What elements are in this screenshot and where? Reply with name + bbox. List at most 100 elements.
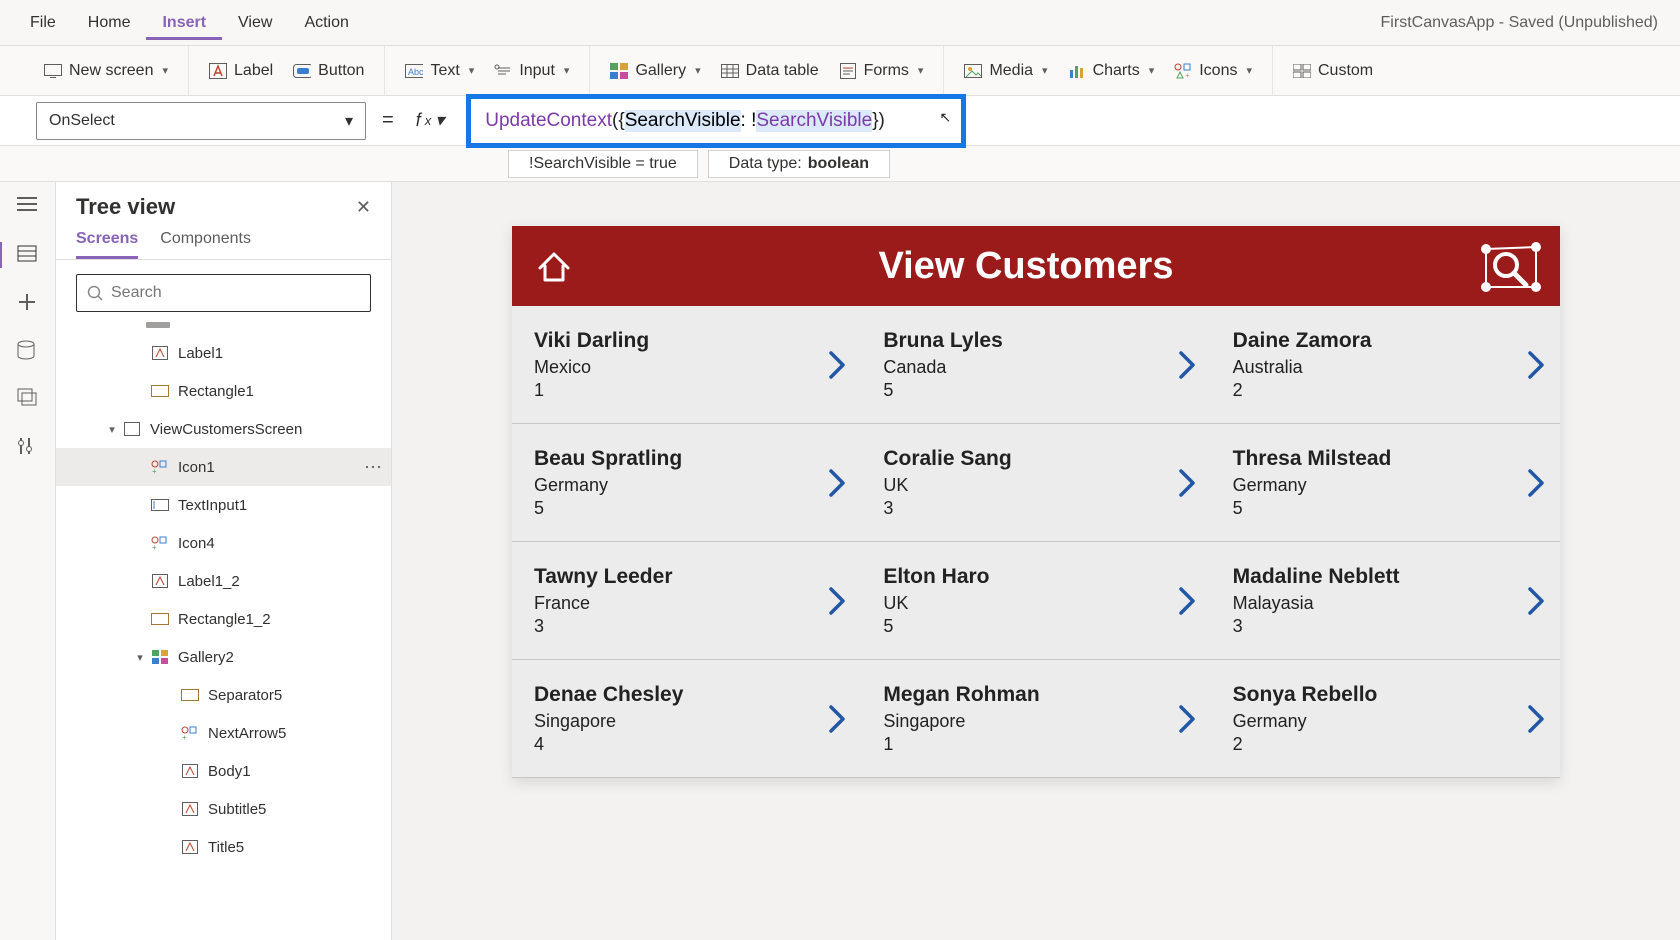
- gallery-card[interactable]: Denae Chesley Singapore 4: [512, 660, 861, 778]
- tab-screens[interactable]: Screens: [76, 230, 138, 259]
- menu-file[interactable]: File: [14, 6, 72, 40]
- chevron-down-icon[interactable]: ▾: [132, 651, 148, 664]
- close-icon[interactable]: ✕: [356, 197, 371, 218]
- gallery-button[interactable]: Gallery▾: [604, 58, 706, 84]
- tree-node-body1[interactable]: Body1: [56, 752, 391, 790]
- tree-view-icon[interactable]: [17, 244, 39, 266]
- chevron-down-icon: ▾: [469, 64, 475, 77]
- gallery-card[interactable]: Bruna Lyles Canada 5: [861, 306, 1210, 424]
- gallery-card[interactable]: Megan Rohman Singapore 1: [861, 660, 1210, 778]
- formula-colon: : !: [741, 110, 757, 132]
- forms-button[interactable]: Forms▾: [833, 58, 930, 84]
- chevron-down-icon: ▾: [564, 64, 570, 77]
- datatable-label: Data table: [746, 62, 819, 80]
- chevron-right-icon[interactable]: [825, 349, 849, 381]
- card-number: 3: [883, 498, 1011, 519]
- label-icon: [180, 801, 200, 817]
- chevron-right-icon[interactable]: [1175, 467, 1199, 499]
- icons-button[interactable]: + Icons▾: [1168, 58, 1258, 84]
- chevron-right-icon[interactable]: [1524, 585, 1548, 617]
- tree-node-label1_2[interactable]: Label1_2: [56, 562, 391, 600]
- gallery-card[interactable]: Daine Zamora Australia 2: [1211, 306, 1560, 424]
- chevron-right-icon[interactable]: [1524, 467, 1548, 499]
- chevron-right-icon[interactable]: [1175, 349, 1199, 381]
- tree-node-subtitle5[interactable]: Subtitle5: [56, 790, 391, 828]
- card-country: Singapore: [883, 711, 1039, 732]
- input-button[interactable]: Input▾: [488, 58, 575, 84]
- tools-icon[interactable]: [17, 436, 39, 458]
- add-icon[interactable]: [17, 292, 39, 314]
- gallery-card[interactable]: Beau Spratling Germany 5: [512, 424, 861, 542]
- charts-button[interactable]: Charts▾: [1062, 58, 1161, 84]
- chevron-right-icon[interactable]: [825, 585, 849, 617]
- gallery-card[interactable]: Thresa Milstead Germany 5: [1211, 424, 1560, 542]
- hint-type: Data type: boolean: [708, 150, 890, 178]
- tree-node-viewcustomers[interactable]: ▾ViewCustomersScreen: [56, 410, 391, 448]
- gallery-card[interactable]: Coralie Sang UK 3: [861, 424, 1210, 542]
- chevron-right-icon[interactable]: [825, 467, 849, 499]
- more-icon[interactable]: ⋯: [364, 457, 383, 478]
- cursor-icon: ↖: [940, 109, 952, 126]
- search-graph-icon[interactable]: [1478, 241, 1538, 291]
- forms-label: Forms: [864, 62, 909, 80]
- charts-icon: [1068, 62, 1086, 80]
- custom-button[interactable]: Custom: [1287, 58, 1379, 84]
- home-icon[interactable]: [534, 246, 574, 286]
- menu-insert[interactable]: Insert: [146, 6, 222, 40]
- search-icon: [87, 285, 103, 301]
- chevron-down-icon[interactable]: ▾: [104, 423, 120, 436]
- gallery-card[interactable]: Viki Darling Mexico 1: [512, 306, 861, 424]
- textinput-icon: [150, 497, 170, 513]
- data-icon[interactable]: [17, 340, 39, 362]
- card-name: Denae Chesley: [534, 683, 683, 707]
- tree-node-gallery2[interactable]: ▾Gallery2: [56, 638, 391, 676]
- chevron-right-icon[interactable]: [1175, 703, 1199, 735]
- custom-icon: [1293, 62, 1311, 80]
- media-button[interactable]: Media▾: [958, 58, 1053, 84]
- card-country: Germany: [534, 475, 682, 496]
- chevron-right-icon[interactable]: [1175, 585, 1199, 617]
- tree-node-textinput1[interactable]: TextInput1: [56, 486, 391, 524]
- new-screen-button[interactable]: New screen ▾: [38, 58, 174, 84]
- collapse-icon[interactable]: [146, 322, 170, 328]
- tree-node-nextarrow5[interactable]: +NextArrow5: [56, 714, 391, 752]
- menu-view[interactable]: View: [222, 6, 288, 40]
- tree-node-icon1[interactable]: +Icon1⋯: [56, 448, 391, 486]
- gallery-card[interactable]: Madaline Neblett Malayasia 3: [1211, 542, 1560, 660]
- tab-components[interactable]: Components: [160, 230, 251, 259]
- tree-node-title5[interactable]: Title5: [56, 828, 391, 866]
- hamburger-icon[interactable]: [17, 196, 39, 218]
- formula-input[interactable]: UpdateContext({SearchVisible: !SearchVis…: [466, 94, 966, 148]
- button-button[interactable]: Button: [287, 58, 370, 84]
- tree-search-input[interactable]: [111, 284, 360, 302]
- card-name: Viki Darling: [534, 329, 649, 353]
- text-button[interactable]: Abc Text▾: [399, 58, 480, 84]
- tree-search[interactable]: [76, 274, 371, 312]
- menu-home[interactable]: Home: [72, 6, 147, 40]
- app-menu-bar: File Home Insert View Action FirstCanvas…: [0, 0, 1680, 46]
- card-name: Elton Haro: [883, 565, 989, 589]
- gallery-card[interactable]: Elton Haro UK 5: [861, 542, 1210, 660]
- canvas[interactable]: View Customers Viki Darling Mexic: [392, 182, 1680, 940]
- fx-icon[interactable]: fx▾: [410, 110, 451, 131]
- chevron-right-icon[interactable]: [1524, 703, 1548, 735]
- menu-action[interactable]: Action: [288, 6, 364, 40]
- gallery-icon: [610, 62, 628, 80]
- gallery-card[interactable]: Sonya Rebello Germany 2: [1211, 660, 1560, 778]
- tree-node-separator5[interactable]: Separator5: [56, 676, 391, 714]
- button-icon: [293, 62, 311, 80]
- gallery-card[interactable]: Tawny Leeder France 3: [512, 542, 861, 660]
- equals-sign: =: [382, 109, 394, 132]
- formula-var2: SearchVisible: [756, 110, 872, 132]
- tree-node-rectangle1[interactable]: Rectangle1: [56, 372, 391, 410]
- tree-node-icon4[interactable]: +Icon4: [56, 524, 391, 562]
- label-button[interactable]: Label: [203, 58, 279, 84]
- datatable-button[interactable]: Data table: [715, 58, 825, 84]
- chevron-down-icon: ▾: [162, 64, 168, 77]
- tree-node-rectangle1_2[interactable]: Rectangle1_2: [56, 600, 391, 638]
- property-select[interactable]: OnSelect ▾: [36, 102, 366, 140]
- chevron-right-icon[interactable]: [825, 703, 849, 735]
- media-rail-icon[interactable]: [17, 388, 39, 410]
- tree-node-label1[interactable]: Label1: [56, 334, 391, 372]
- chevron-right-icon[interactable]: [1524, 349, 1548, 381]
